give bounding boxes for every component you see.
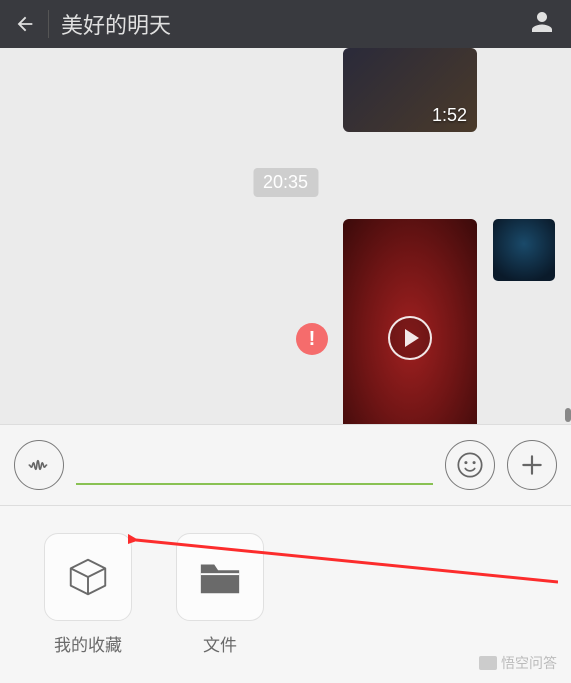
chat-area[interactable]: 1:52 20:35 7:08 ! [0, 48, 571, 424]
smile-icon [456, 451, 484, 479]
timestamp-badge: 20:35 [253, 168, 318, 197]
watermark: 悟空问答 [479, 653, 557, 673]
back-arrow-icon [14, 13, 36, 35]
favorites-icon-box [44, 533, 132, 621]
chat-header: 美好的明天 [0, 0, 571, 48]
plus-icon [519, 452, 545, 478]
input-bar [0, 424, 571, 506]
header-divider [48, 10, 49, 38]
files-icon-box [176, 533, 264, 621]
person-icon [527, 7, 557, 37]
profile-button[interactable] [527, 7, 561, 41]
emoji-button[interactable] [445, 440, 495, 490]
video-duration: 1:52 [432, 105, 467, 126]
watermark-icon [479, 656, 497, 670]
sender-avatar[interactable] [493, 219, 555, 281]
voice-button[interactable] [14, 440, 64, 490]
add-button[interactable] [507, 440, 557, 490]
attachment-files[interactable]: 文件 [176, 533, 264, 656]
chat-title: 美好的明天 [61, 8, 527, 40]
video-message[interactable]: 1:52 [343, 48, 477, 132]
attachment-label: 文件 [203, 631, 237, 656]
attachment-label: 我的收藏 [54, 631, 122, 656]
play-icon [388, 316, 432, 360]
voice-wave-icon [26, 452, 52, 478]
attachment-favorites[interactable]: 我的收藏 [44, 533, 132, 656]
message-input[interactable] [76, 445, 433, 485]
video-message[interactable]: 7:08 [343, 219, 477, 424]
watermark-text: 悟空问答 [501, 653, 557, 673]
send-error-icon[interactable]: ! [296, 323, 328, 355]
scrollbar[interactable] [565, 408, 571, 422]
folder-icon [197, 556, 243, 598]
attachment-panel: 我的收藏 文件 悟空问答 [0, 506, 571, 683]
cube-icon [65, 554, 111, 600]
back-button[interactable] [10, 9, 40, 39]
exclamation-icon: ! [309, 328, 316, 351]
